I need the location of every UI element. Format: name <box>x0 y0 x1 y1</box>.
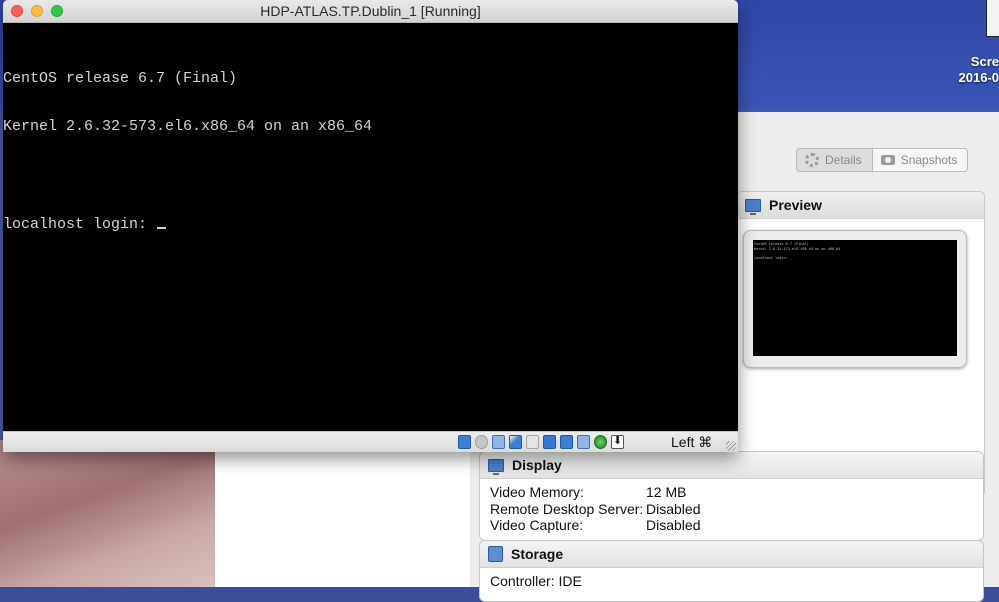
video-capture-icon[interactable] <box>577 435 590 449</box>
desktop-file-label[interactable]: Scre 2016-0 <box>939 54 999 86</box>
desktop-wallpaper-region <box>0 440 215 587</box>
console-login-line: localhost login: <box>3 217 738 233</box>
console-line: localhost login: <box>3 216 157 234</box>
detail-key: Controller: IDE <box>490 573 582 589</box>
display-icon <box>488 458 504 475</box>
storage-icon <box>488 546 503 562</box>
monitor-icon <box>745 198 761 215</box>
display-title: Display <box>512 457 562 473</box>
detail-value: 12 MB <box>646 484 687 500</box>
status-icons <box>458 434 624 449</box>
preview-title: Preview <box>769 197 822 213</box>
detail-row: Video Capture: Disabled <box>490 517 983 534</box>
vm-status-bar: Left ⌘ <box>3 431 738 452</box>
display-panel-header[interactable]: Display <box>480 452 983 479</box>
vm-list-pane[interactable] <box>215 452 471 587</box>
detail-row: Video Memory: 12 MB <box>490 484 983 501</box>
preview-panel: Preview CentOS release 6.7 (Final) Kerne… <box>736 191 985 493</box>
detail-key: Remote Desktop Server: <box>490 500 644 517</box>
storage-title: Storage <box>511 546 564 562</box>
hard-disk-icon[interactable] <box>458 435 471 449</box>
console-line: Kernel 2.6.32-573.el6.x86_64 on an x86_6… <box>3 118 373 136</box>
details-tab-label: Details <box>825 153 862 167</box>
desktop-file-thumbnail[interactable] <box>986 0 999 37</box>
shared-folders-icon[interactable] <box>560 435 573 449</box>
camera-icon <box>880 155 895 165</box>
vm-console-screen[interactable]: CentOS release 6.7 (Final) Kernel 2.6.32… <box>3 23 738 431</box>
detail-row: Controller: IDE <box>490 573 983 590</box>
snapshots-tab[interactable]: Snapshots <box>871 149 968 171</box>
details-tab[interactable]: Details <box>797 149 872 171</box>
desktop-file-label-line2: 2016-0 <box>958 70 999 85</box>
usb-icon[interactable] <box>526 435 539 449</box>
snapshots-tab-label: Snapshots <box>900 153 958 167</box>
details-snapshots-toggle: Details Snapshots <box>796 148 969 172</box>
audio-icon[interactable] <box>492 435 505 449</box>
console-line: CentOS release 6.7 (Final) <box>3 69 238 87</box>
detail-row: Remote Desktop Server: Disabled <box>490 501 983 518</box>
storage-details: Controller: IDE <box>480 568 983 590</box>
gear-icon <box>805 153 819 167</box>
preview-frame: CentOS release 6.7 (Final) Kernel 2.6.32… <box>743 230 967 368</box>
download-icon[interactable] <box>611 434 624 449</box>
display-icon[interactable] <box>543 435 556 449</box>
vm-window: HDP-ATLAS.TP.Dublin_1 [Running] CentOS r… <box>3 0 738 452</box>
display-details: Video Memory: 12 MB Remote Desktop Serve… <box>480 479 983 534</box>
preview-panel-header[interactable]: Preview <box>737 192 984 219</box>
vm-titlebar[interactable]: HDP-ATLAS.TP.Dublin_1 [Running] <box>3 0 738 23</box>
mouse-integration-icon[interactable] <box>594 435 607 449</box>
storage-panel-header[interactable]: Storage <box>480 541 983 568</box>
detail-key: Video Memory: <box>490 484 584 500</box>
window-title: HDP-ATLAS.TP.Dublin_1 [Running] <box>260 3 481 19</box>
network-pen-icon[interactable] <box>509 435 522 449</box>
desktop-file-label-line1: Scre <box>970 54 999 69</box>
storage-panel: Storage Controller: IDE <box>479 540 984 602</box>
display-panel: Display Video Memory: 12 MB Remote Deskt… <box>479 451 984 541</box>
resize-grip[interactable] <box>726 441 736 451</box>
optical-drive-icon[interactable] <box>475 435 488 449</box>
text-cursor <box>157 227 167 230</box>
detail-value: Disabled <box>646 517 701 533</box>
preview-screen: CentOS release 6.7 (Final) Kernel 2.6.32… <box>753 240 957 356</box>
detail-key: Video Capture: <box>490 517 584 533</box>
host-key-indicator[interactable]: Left ⌘ <box>671 434 712 451</box>
detail-value: Disabled <box>646 500 701 517</box>
